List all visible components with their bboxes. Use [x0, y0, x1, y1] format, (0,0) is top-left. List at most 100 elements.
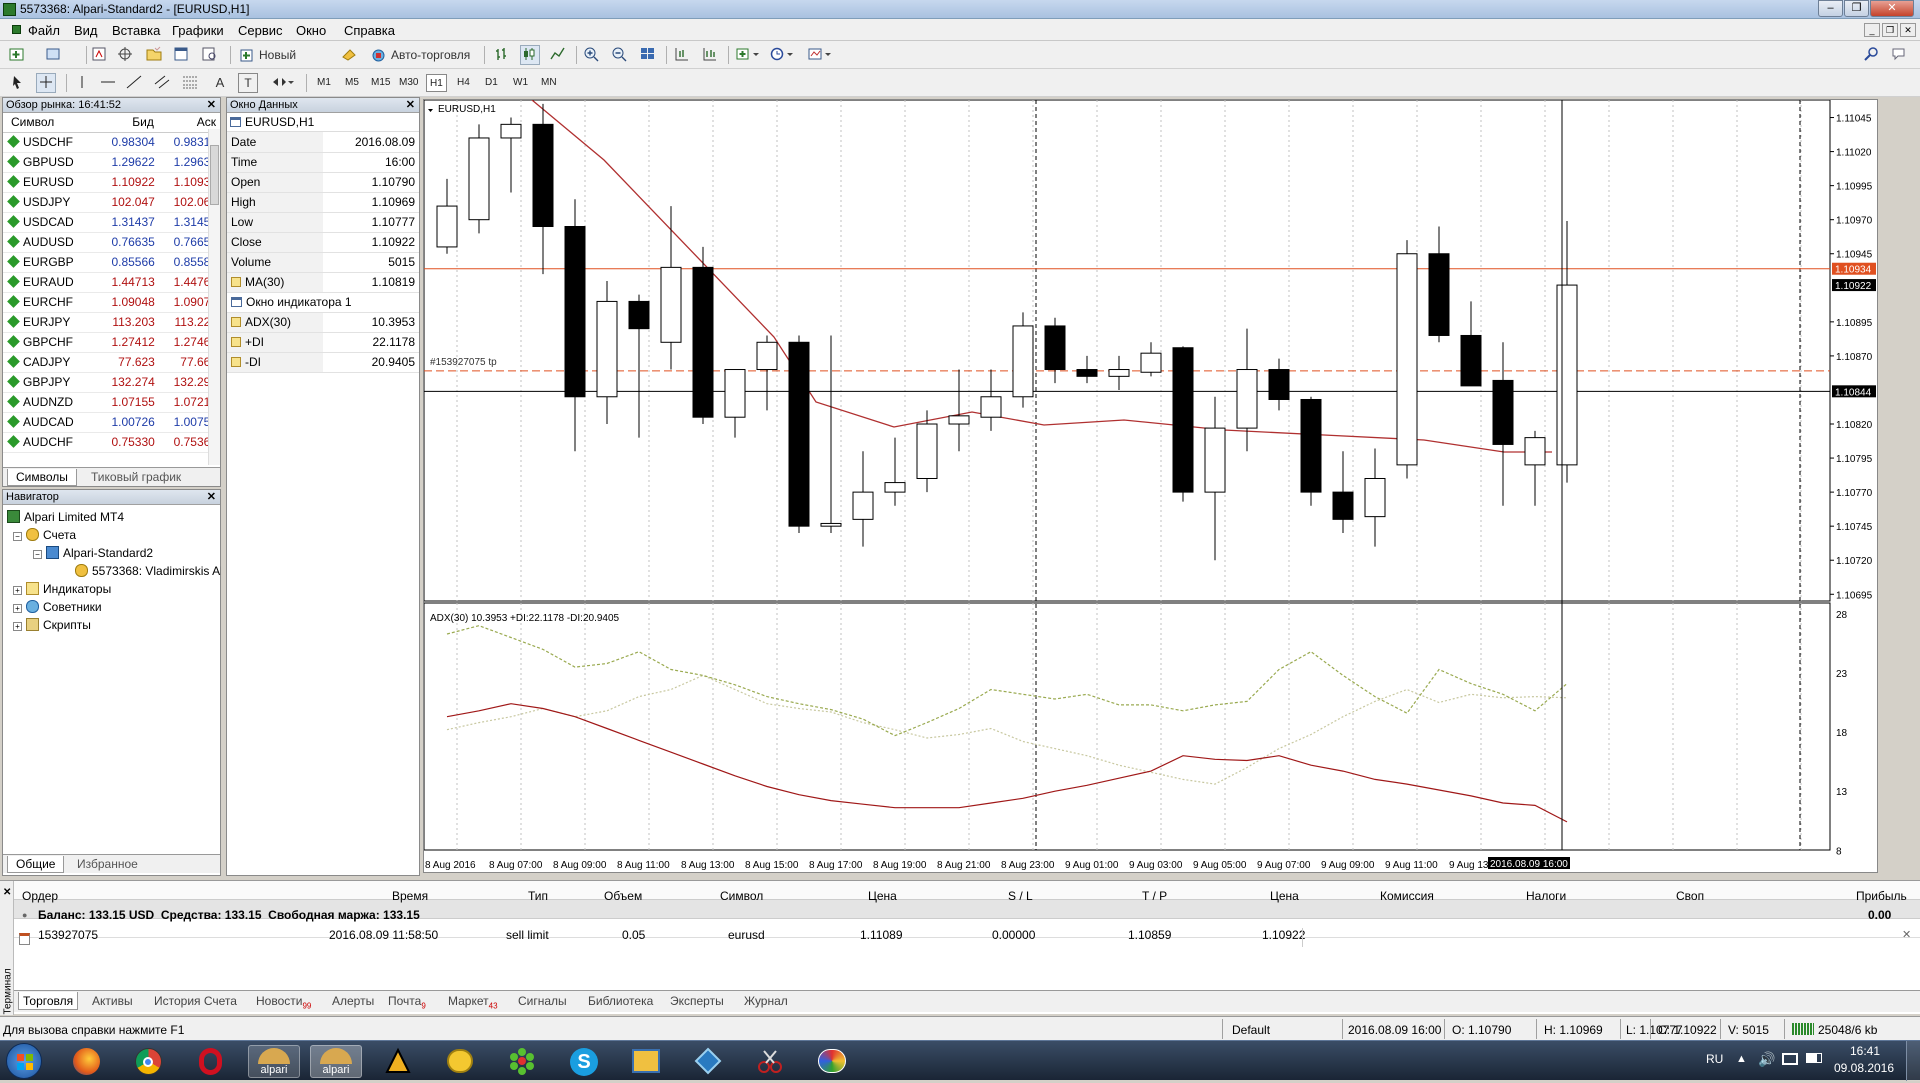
- minimize-button[interactable]: –: [1818, 0, 1843, 17]
- close-icon[interactable]: ✕: [3, 887, 11, 898]
- menu-tools[interactable]: Сервис: [238, 23, 283, 38]
- timeframe-m15[interactable]: M15: [368, 74, 393, 92]
- market-watch-row[interactable]: AUDCAD 1.00726 1.00758: [3, 412, 220, 433]
- zoom-in-icon[interactable]: [582, 45, 602, 65]
- search-icon[interactable]: [1862, 45, 1882, 65]
- market-watch-icon[interactable]: [90, 45, 110, 65]
- collapse-icon[interactable]: −: [33, 550, 42, 559]
- periods-dropdown-icon[interactable]: [768, 45, 798, 65]
- profiles-icon[interactable]: [44, 45, 64, 65]
- market-watch-row[interactable]: GBPCHF 1.27412 1.27465: [3, 332, 220, 353]
- opera-icon[interactable]: [184, 1045, 236, 1078]
- equidistant-channel-icon[interactable]: [152, 73, 172, 93]
- remote-app-icon[interactable]: [682, 1045, 734, 1078]
- nav-experts[interactable]: + Советники: [13, 598, 102, 616]
- meta-editor-icon[interactable]: [340, 45, 360, 65]
- skype-icon[interactable]: S: [558, 1045, 610, 1078]
- market-watch-row[interactable]: EURUSD 1.10922 1.10934: [3, 172, 220, 193]
- close-button[interactable]: ✕: [1870, 0, 1914, 17]
- terminal-tab[interactable]: Алерты: [328, 992, 378, 1010]
- col-tp[interactable]: T / P: [1142, 889, 1167, 903]
- maximize-button[interactable]: ❐: [1844, 0, 1869, 17]
- terminal-tab[interactable]: Библиотека: [584, 992, 657, 1010]
- timeframe-mn[interactable]: MN: [538, 74, 560, 92]
- market-watch-row[interactable]: USDCHF 0.98304 0.98314: [3, 132, 220, 153]
- menu-help[interactable]: Справка: [344, 23, 395, 38]
- col-type[interactable]: Тип: [528, 889, 548, 903]
- trendline-icon[interactable]: [124, 73, 144, 93]
- terminal-tab[interactable]: Эксперты: [666, 992, 728, 1010]
- explorer-icon[interactable]: [620, 1045, 672, 1078]
- col-time[interactable]: Время: [392, 889, 428, 903]
- terminal-tab[interactable]: Активы: [88, 992, 137, 1010]
- market-watch-row[interactable]: GBPUSD 1.29622 1.29635: [3, 152, 220, 173]
- chrome-icon[interactable]: [122, 1045, 174, 1078]
- tab-tick-chart[interactable]: Тиковый график: [83, 469, 189, 486]
- timeframe-w1[interactable]: W1: [510, 74, 531, 92]
- market-watch-row[interactable]: GBPJPY 132.274 132.298: [3, 372, 220, 393]
- terminal-tab[interactable]: История Счета: [150, 992, 241, 1010]
- terminal-tab[interactable]: Почта9: [384, 992, 430, 1010]
- menu-view[interactable]: Вид: [74, 23, 98, 38]
- alpari-terminal-2[interactable]: alpari: [310, 1045, 362, 1078]
- nav-account[interactable]: 5573368: Vladimirskis Al: [75, 562, 221, 580]
- mdi-restore-button[interactable]: ❐: [1882, 23, 1898, 37]
- market-watch-row[interactable]: AUDUSD 0.76635 0.76651: [3, 232, 220, 253]
- horizontal-line-icon[interactable]: [98, 73, 118, 93]
- col-taxes[interactable]: Налоги: [1526, 889, 1566, 903]
- timeframe-h1[interactable]: H1: [426, 74, 447, 92]
- menu-file[interactable]: Файл: [28, 23, 60, 38]
- strategy-tester-icon[interactable]: [200, 45, 220, 65]
- new-chart-icon[interactable]: [8, 45, 28, 65]
- paint-icon[interactable]: [806, 1045, 858, 1078]
- terminal-tab[interactable]: Торговля: [18, 992, 79, 1010]
- candlestick-chart-icon[interactable]: [520, 45, 540, 65]
- col-current-price[interactable]: Цена: [1270, 889, 1299, 903]
- nav-scripts[interactable]: + Скрипты: [13, 616, 91, 634]
- close-icon[interactable]: ✕: [207, 490, 216, 505]
- timeframe-m30[interactable]: M30: [396, 74, 421, 92]
- col-sl[interactable]: S / L: [1008, 889, 1033, 903]
- show-desktop-button[interactable]: [1906, 1041, 1920, 1081]
- expand-icon[interactable]: +: [13, 622, 22, 631]
- col-order[interactable]: Ордер: [22, 889, 58, 903]
- fibonacci-icon[interactable]: [180, 73, 200, 93]
- navigator-icon[interactable]: [144, 45, 164, 65]
- alpari-terminal-1[interactable]: alpari: [248, 1045, 300, 1078]
- tab-symbols[interactable]: Символы: [7, 469, 77, 486]
- expand-icon[interactable]: +: [13, 586, 22, 595]
- menu-window[interactable]: Окно: [296, 23, 326, 38]
- zoom-out-icon[interactable]: [610, 45, 630, 65]
- terminal-icon[interactable]: [172, 45, 192, 65]
- collapse-icon[interactable]: −: [13, 532, 22, 541]
- market-watch-row[interactable]: USDCAD 1.31437 1.31454: [3, 212, 220, 233]
- triangle-app-icon[interactable]: [372, 1045, 424, 1078]
- menu-charts[interactable]: Графики: [172, 23, 224, 38]
- status-profile[interactable]: Default: [1232, 1023, 1270, 1037]
- expand-icon[interactable]: +: [13, 604, 22, 613]
- close-icon[interactable]: ✕: [406, 98, 415, 113]
- market-watch-row[interactable]: EURJPY 113.203 113.220: [3, 312, 220, 333]
- market-watch-row[interactable]: USDJPY 102.047 102.060: [3, 192, 220, 213]
- delete-order-icon[interactable]: ✕: [1902, 928, 1911, 941]
- col-volume[interactable]: Объем: [604, 889, 642, 903]
- chart-canvas[interactable]: 1.11045 1.11020 1.10995 1.10970 1.10945 1.108…: [423, 99, 1877, 872]
- terminal-tab[interactable]: Новости99: [252, 992, 315, 1010]
- cursor-icon[interactable]: [8, 73, 28, 93]
- market-watch-row[interactable]: AUDNZD 1.07155 1.07214: [3, 392, 220, 413]
- templates-dropdown-icon[interactable]: [806, 45, 836, 65]
- firefox-icon[interactable]: [60, 1045, 112, 1078]
- col-profit[interactable]: Прибыль: [1856, 889, 1907, 903]
- clock-time[interactable]: 16:41: [1840, 1044, 1890, 1058]
- terminal-tab[interactable]: Сигналы: [514, 992, 571, 1010]
- col-commission[interactable]: Комиссия: [1380, 889, 1434, 903]
- start-button[interactable]: [6, 1043, 42, 1079]
- nav-broker[interactable]: Alpari Limited MT4: [7, 508, 124, 526]
- market-watch-scrollbar[interactable]: [208, 129, 220, 465]
- battery-icon[interactable]: [1806, 1053, 1822, 1063]
- icq-icon[interactable]: [496, 1045, 548, 1078]
- vertical-line-icon[interactable]: [72, 73, 92, 93]
- chat-icon[interactable]: [1890, 45, 1910, 65]
- timeframe-m1[interactable]: M1: [314, 74, 334, 92]
- text-label-icon[interactable]: T: [238, 73, 258, 93]
